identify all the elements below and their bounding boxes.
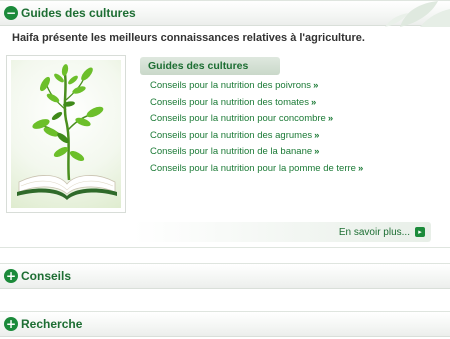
list-item[interactable]: Conseils pour la nutrition des agrumes»	[140, 130, 319, 147]
culture-image	[6, 55, 126, 213]
guide-box-header: Guides des cultures	[140, 57, 280, 75]
guide-link-list: Conseils pour la nutrition des poivrons»…	[140, 80, 363, 180]
guide-link-concombre[interactable]: Conseils pour la nutrition pour concombr…	[150, 113, 326, 124]
arrow-right-icon[interactable]: ▸	[415, 227, 425, 237]
double-chevron-icon: »	[313, 80, 319, 91]
list-item[interactable]: Conseils pour la nutrition pour la pomme…	[140, 163, 363, 180]
double-chevron-icon: »	[327, 113, 334, 124]
intro-text: Haifa présente les meilleurs connaissanc…	[12, 32, 365, 44]
double-chevron-icon: »	[357, 162, 364, 174]
section-header-recherche[interactable]: + Recherche	[0, 311, 450, 337]
guide-link-poivrons[interactable]: Conseils pour la nutrition des poivrons	[150, 80, 311, 91]
divider	[0, 247, 450, 248]
double-chevron-icon: »	[314, 146, 320, 157]
collapse-icon[interactable]: −	[4, 6, 18, 20]
section-title-guides[interactable]: Guides des cultures	[21, 6, 136, 20]
double-chevron-icon: »	[314, 129, 320, 141]
leaf-decoration-icon	[385, 1, 450, 27]
section-header-conseils[interactable]: + Conseils	[0, 263, 450, 289]
section-title-conseils[interactable]: Conseils	[21, 269, 71, 283]
guide-link-pomme-de-terre[interactable]: Conseils pour la nutrition pour la pomme…	[150, 163, 356, 174]
learn-more-button[interactable]: En savoir plus... ▸	[133, 222, 431, 242]
list-item[interactable]: Conseils pour la nutrition des tomates»	[140, 97, 316, 114]
list-item[interactable]: Conseils pour la nutrition des poivrons»	[140, 80, 318, 97]
list-item[interactable]: Conseils pour la nutrition pour concombr…	[140, 113, 333, 130]
guide-link-agrumes[interactable]: Conseils pour la nutrition des agrumes	[150, 130, 312, 141]
section-title-recherche[interactable]: Recherche	[21, 317, 82, 331]
guide-link-tomates[interactable]: Conseils pour la nutrition des tomates	[150, 97, 309, 108]
list-item[interactable]: Conseils pour la nutrition de la banane»	[140, 146, 319, 163]
double-chevron-icon: »	[310, 96, 317, 108]
guide-link-banane[interactable]: Conseils pour la nutrition de la banane	[150, 146, 312, 157]
learn-more-label[interactable]: En savoir plus...	[339, 227, 410, 238]
section-header-guides[interactable]: − Guides des cultures	[0, 0, 450, 27]
plant-book-illustration	[17, 64, 117, 200]
guide-box: Guides des cultures Conseils pour la nut…	[140, 57, 363, 180]
expand-icon[interactable]: +	[4, 269, 18, 283]
expand-icon[interactable]: +	[4, 317, 18, 331]
